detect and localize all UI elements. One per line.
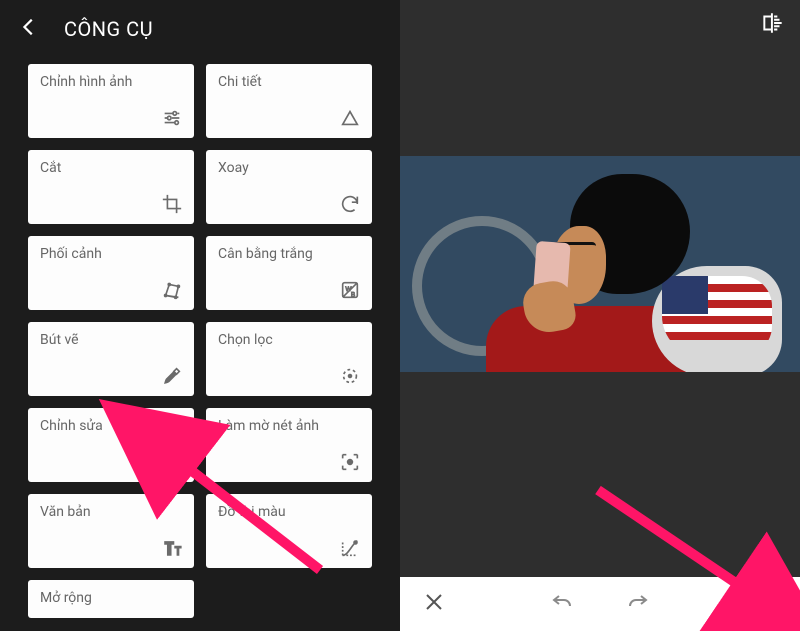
back-icon[interactable] [18,16,40,42]
tool-healing[interactable]: Chỉnh sửa [28,408,194,482]
triangle-icon [338,106,362,130]
brush-icon [160,364,184,388]
perspective-icon [160,278,184,302]
svg-text:B: B [351,291,355,298]
tool-label: Mở rộng [40,590,182,606]
tool-crop[interactable]: Cắt [28,150,194,224]
tool-curves[interactable]: Đồ thị màu [206,494,372,568]
healing-icon [160,450,184,474]
undo-icon [550,599,574,618]
redo-icon [626,599,650,618]
tool-label: Xoay [218,160,360,176]
compare-button[interactable] [760,10,786,40]
tool-triangle[interactable]: Chi tiết [206,64,372,138]
tool-label: Chỉnh hình ảnh [40,74,182,90]
tool-vignette[interactable]: Làm mờ nét ảnh [206,408,372,482]
tool-label: Làm mờ nét ảnh [218,418,360,434]
cancel-button[interactable] [422,590,446,618]
tool-label: Phối cảnh [40,246,182,262]
text-icon [160,536,184,560]
tool-perspective[interactable]: Phối cảnh [28,236,194,310]
tool-label: Cân bằng trắng [218,246,360,262]
vignette-icon [338,450,362,474]
tool-label: Chi tiết [218,74,360,90]
redo-button[interactable] [626,590,650,618]
curves-icon [338,536,362,560]
tool-label: Cắt [40,160,182,176]
tool-label: Chỉnh sửa [40,418,182,434]
tool-text[interactable]: Văn bản [28,494,194,568]
rotate-icon [338,192,362,216]
tools-title: CÔNG CỤ [64,17,153,41]
tool-sliders[interactable]: Chỉnh hình ảnh [28,64,194,138]
tool-selective[interactable]: Chọn lọc [206,322,372,396]
tool-brush[interactable]: Bút vẽ [28,322,194,396]
check-icon [754,599,778,618]
compare-icon [760,21,786,40]
tools-panel: CÔNG CỤ Chỉnh hình ảnh Chi tiết Cắt Xoay Phố… [0,0,400,631]
tools-grid: Chỉnh hình ảnh Chi tiết Cắt Xoay Phối cảnh Câ… [0,52,400,618]
close-icon [422,599,446,618]
tools-header: CÔNG CỤ [0,0,400,52]
selective-icon [338,364,362,388]
editor-panel [400,0,800,631]
sliders-icon [160,106,184,130]
tool-item-12[interactable]: Mở rộng [28,580,194,618]
tool-wb[interactable]: Cân bằng trắng WB [206,236,372,310]
wb-icon: WB [338,278,362,302]
tool-label: Chọn lọc [218,332,360,348]
action-bar [400,577,800,631]
tool-label: Bút vẽ [40,332,182,348]
undo-button[interactable] [550,590,574,618]
confirm-button[interactable] [754,590,778,618]
tool-label: Đồ thị màu [218,504,360,520]
preview-image [400,156,800,372]
tool-rotate[interactable]: Xoay [206,150,372,224]
crop-icon [160,192,184,216]
tool-label: Văn bản [40,504,182,520]
